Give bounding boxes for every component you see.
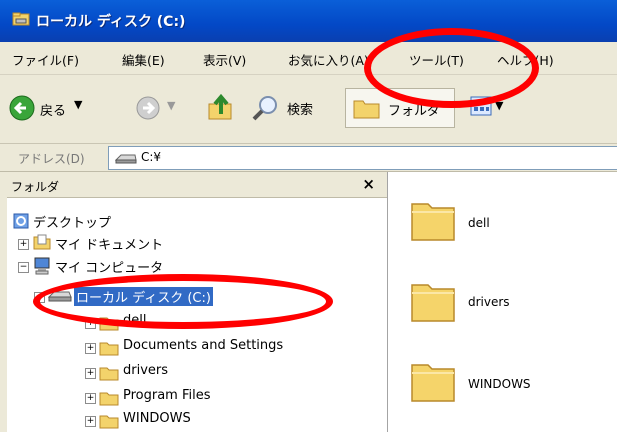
folder-icon — [411, 364, 455, 402]
drive-icon — [48, 291, 72, 302]
folder-icon — [99, 367, 119, 381]
folders-label: フォルダ — [388, 104, 441, 119]
views-dropdown-icon[interactable]: ▼ — [495, 99, 503, 112]
expand-icon[interactable]: + — [85, 368, 96, 379]
tree-label-my-documents: マイ ドキュメント — [55, 238, 164, 253]
back-arrow-icon — [9, 95, 35, 121]
documents-folder-icon — [33, 234, 51, 250]
tree-label-dell: dell — [123, 313, 147, 328]
file-item-dell[interactable] — [410, 196, 456, 245]
tree-label-program-files: Program Files — [123, 388, 211, 403]
window-title: ローカル ディスク (C:) — [36, 14, 186, 30]
file-item-windows[interactable] — [410, 357, 456, 406]
tree-label-desktop: デスクトップ — [33, 216, 112, 231]
forward-arrow-icon — [136, 96, 160, 120]
folder-icon — [99, 342, 119, 356]
expand-icon[interactable]: + — [85, 318, 96, 329]
folder-pane-header: フォルダ × — [7, 172, 387, 198]
address-bar: アドレス(D) C:¥ — [0, 144, 617, 172]
toolbar: 戻る ▼ ▼ 検索 フォルダ ▼ — [0, 75, 617, 144]
address-field[interactable]: C:¥ — [108, 146, 617, 170]
menu-help[interactable]: ヘルプ(H) — [497, 50, 554, 69]
back-label: 戻る — [40, 104, 67, 119]
tree-label-windows: WINDOWS — [123, 411, 191, 426]
back-button[interactable]: 戻る ▼ — [8, 94, 88, 122]
folder-icon — [411, 203, 455, 241]
tree-label-local-disk: ローカル ディスク (C:) — [74, 287, 213, 306]
file-label-dell: dell — [468, 216, 490, 230]
search-icon — [252, 96, 277, 121]
folder-icon — [99, 317, 119, 331]
forward-button[interactable]: ▼ — [135, 95, 183, 121]
computer-icon — [34, 257, 50, 275]
folder-drive-icon — [12, 12, 30, 26]
expand-icon[interactable]: + — [85, 393, 96, 404]
folder-pane: フォルダ × デスクトップ + マイ ドキュメント − マイ コンピュータ − — [7, 172, 388, 432]
menu-bar: ファイル(F) 編集(E) 表示(V) お気に入り(A) ツール(T) ヘルプ(… — [0, 42, 617, 75]
folder-pane-title: フォルダ — [11, 180, 60, 194]
views-button[interactable]: ▼ — [470, 95, 506, 119]
collapse-icon[interactable]: − — [18, 262, 29, 273]
address-path: C:¥ — [141, 150, 162, 164]
desktop-icon — [13, 213, 29, 229]
menu-edit[interactable]: 編集(E) — [122, 50, 165, 69]
menu-view[interactable]: 表示(V) — [203, 50, 246, 69]
folder-icon — [353, 100, 380, 119]
window-left-edge — [0, 172, 7, 432]
folder-icon — [411, 284, 455, 322]
tree-label-documents-and-settings: Documents and Settings — [123, 338, 284, 353]
title-bar: ローカル ディスク (C:) — [0, 0, 617, 42]
up-folder-icon — [208, 93, 232, 120]
folder-icon — [99, 415, 119, 429]
expand-icon[interactable]: + — [85, 343, 96, 354]
search-button[interactable]: 検索 — [250, 93, 346, 121]
back-dropdown-icon[interactable]: ▼ — [74, 98, 82, 111]
address-label: アドレス(D) — [18, 152, 85, 166]
file-label-drivers: drivers — [468, 295, 510, 309]
menu-favorites[interactable]: お気に入り(A) — [288, 50, 369, 69]
expand-icon[interactable]: + — [85, 416, 96, 427]
file-label-windows: WINDOWS — [468, 377, 531, 391]
views-grid-icon — [470, 96, 492, 116]
collapse-icon[interactable]: − — [34, 292, 45, 303]
tree-label-my-computer: マイ コンピュータ — [55, 261, 164, 276]
file-item-drivers[interactable] — [410, 277, 456, 326]
close-icon[interactable]: × — [362, 175, 375, 193]
search-label: 検索 — [287, 103, 314, 118]
menu-tools[interactable]: ツール(T) — [409, 50, 464, 69]
folder-icon — [99, 392, 119, 406]
folders-button[interactable]: フォルダ — [345, 88, 455, 128]
expand-icon[interactable]: + — [18, 239, 29, 250]
drive-icon — [115, 154, 137, 164]
up-folder-button[interactable] — [206, 92, 236, 122]
tree-label-drivers: drivers — [123, 363, 169, 378]
file-list-pane: dell drivers WINDOWS — [388, 172, 617, 432]
menu-file[interactable]: ファイル(F) — [12, 50, 79, 69]
forward-dropdown-icon[interactable]: ▼ — [167, 99, 175, 112]
